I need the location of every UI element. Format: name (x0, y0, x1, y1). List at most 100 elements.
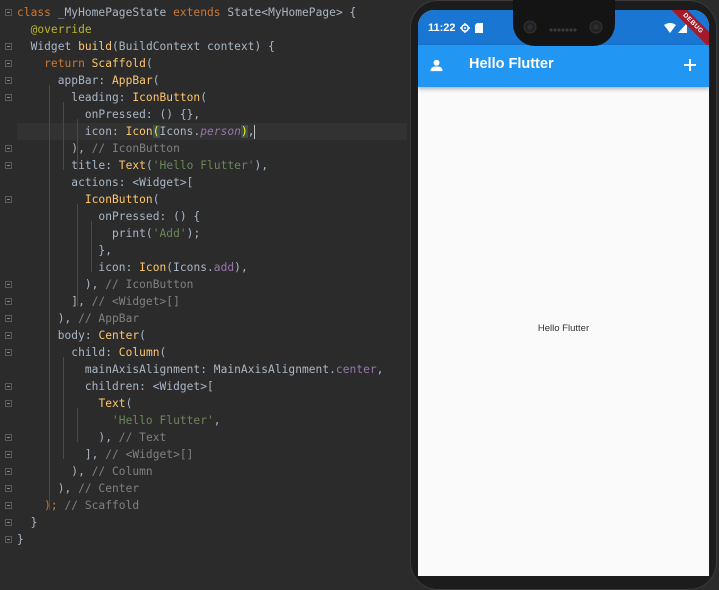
fold-marker-icon[interactable] (5, 519, 12, 526)
code-line[interactable]: ), // IconButton (17, 276, 194, 293)
code-token: 'Hello Flutter' (17, 414, 214, 427)
code-token: ), (17, 142, 92, 155)
code-line[interactable]: ], // <Widget>[] (17, 446, 194, 463)
code-line[interactable]: ], // <Widget>[] (17, 293, 180, 310)
fold-marker-icon[interactable] (5, 43, 12, 50)
code-line[interactable]: Text( (17, 395, 132, 412)
code-line[interactable]: } (17, 514, 38, 531)
speaker-grille-icon (549, 28, 577, 32)
code-token: person (200, 125, 241, 138)
fold-marker-icon[interactable] (5, 332, 12, 339)
code-token: ( (152, 74, 160, 87)
fold-marker-icon[interactable] (5, 349, 12, 356)
fold-marker-icon[interactable] (5, 60, 12, 67)
fold-marker-icon[interactable] (5, 536, 12, 543)
code-line[interactable]: children: <Widget>[ (17, 378, 214, 395)
code-line[interactable]: ), // Center (17, 480, 139, 497)
code-token: ( (125, 397, 133, 410)
code-token: ( (152, 125, 160, 138)
code-editor[interactable]: class _MyHomePageState extends State<MyH… (0, 0, 407, 577)
phone-screen[interactable]: 11:22 DEBUG Hello Flutter Hello Flutter (418, 10, 709, 576)
fold-marker-icon[interactable] (5, 281, 12, 288)
code-line[interactable]: appBar: AppBar( (17, 72, 160, 89)
code-token: center (335, 363, 377, 376)
code-line[interactable]: }, (17, 242, 112, 259)
fold-marker-icon[interactable] (5, 94, 12, 101)
code-line[interactable]: title: Text('Hello Flutter'), (17, 157, 268, 174)
code-line[interactable]: 'Hello Flutter', (17, 412, 221, 429)
code-line[interactable]: mainAxisAlignment: MainAxisAlignment.cen… (17, 361, 384, 378)
code-token: // Text (118, 431, 167, 444)
fold-marker-icon[interactable] (5, 434, 12, 441)
code-line[interactable]: ), // Column (17, 463, 153, 480)
code-token: ); (186, 227, 201, 240)
code-token: appBar: (17, 74, 112, 87)
fold-marker-icon[interactable] (5, 451, 12, 458)
code-token: Center (98, 329, 140, 342)
sd-card-icon (475, 23, 483, 33)
fold-marker-icon[interactable] (5, 502, 12, 509)
fold-marker-icon[interactable] (5, 315, 12, 322)
code-line[interactable]: Widget build(BuildContext context) { (17, 38, 275, 55)
code-token: add (213, 261, 235, 274)
fold-marker-icon[interactable] (5, 196, 12, 203)
code-token: return (17, 57, 92, 70)
code-line[interactable]: actions: <Widget>[ (17, 174, 193, 191)
code-token: children: <Widget>[ (17, 380, 214, 393)
code-line[interactable]: child: Column( (17, 344, 166, 361)
code-line[interactable]: ), // IconButton (17, 140, 180, 157)
code-token: 'Hello Flutter' (152, 159, 255, 172)
code-token: onPressed: () {}, (17, 108, 201, 121)
code-token: Scaffold (91, 57, 146, 70)
fold-marker-icon[interactable] (5, 162, 12, 169)
code-line[interactable]: class _MyHomePageState extends State<MyH… (17, 4, 356, 21)
code-token: Column (118, 346, 160, 359)
add-icon[interactable] (684, 59, 696, 71)
code-token: leading: (17, 91, 133, 104)
code-line[interactable]: icon: Icon(Icons.add), (17, 259, 248, 276)
code-token: // IconButton (91, 142, 180, 155)
fold-marker-icon[interactable] (5, 145, 12, 152)
code-token: // Column (91, 465, 153, 478)
code-line[interactable]: ), // Text (17, 429, 166, 446)
indent-guide (77, 119, 78, 170)
person-icon[interactable] (430, 59, 443, 72)
code-line[interactable]: return Scaffold( (17, 55, 153, 72)
code-line[interactable]: ); // Scaffold (17, 497, 139, 514)
code-token: // AppBar (78, 312, 140, 325)
fold-marker-icon[interactable] (5, 77, 12, 84)
code-line[interactable]: IconButton( (17, 191, 160, 208)
fold-marker-icon[interactable] (5, 298, 12, 305)
code-line[interactable]: onPressed: () { (17, 208, 200, 225)
camera-notch (513, 0, 615, 46)
code-line[interactable]: leading: IconButton( (17, 89, 207, 106)
code-token: IconButton (84, 193, 153, 206)
code-token: ], (17, 295, 92, 308)
code-token: } (17, 516, 38, 529)
code-token: Text (118, 159, 146, 172)
fold-marker-icon[interactable] (5, 383, 12, 390)
fold-marker-icon[interactable] (5, 468, 12, 475)
code-token: mainAxisAlignment: MainAxisAlignment. (17, 363, 336, 376)
code-line[interactable]: onPressed: () {}, (17, 106, 200, 123)
fold-marker-icon[interactable] (5, 485, 12, 492)
code-token: , (213, 414, 221, 427)
code-token: State<MyHomePage> { (227, 6, 357, 19)
app-bar: Hello Flutter (418, 45, 709, 87)
code-line[interactable]: } (17, 531, 24, 548)
code-line[interactable]: @override (17, 21, 92, 38)
code-token: } (17, 533, 24, 546)
fold-marker-icon[interactable] (5, 9, 12, 16)
code-token: Icon (125, 125, 153, 138)
code-line[interactable]: ), // AppBar (17, 310, 139, 327)
code-token: ) (240, 125, 248, 138)
code-token: ), (234, 261, 248, 274)
fold-marker-icon[interactable] (5, 400, 12, 407)
code-line[interactable]: icon: Icon(Icons.person), (17, 123, 407, 140)
code-token: icon: (17, 261, 140, 274)
code-token: 'Add' (152, 227, 187, 240)
code-token: ( (145, 57, 153, 70)
code-line[interactable]: print('Add'); (17, 225, 200, 242)
code-token: (BuildContext context) { (112, 40, 275, 53)
code-line[interactable]: body: Center( (17, 327, 146, 344)
